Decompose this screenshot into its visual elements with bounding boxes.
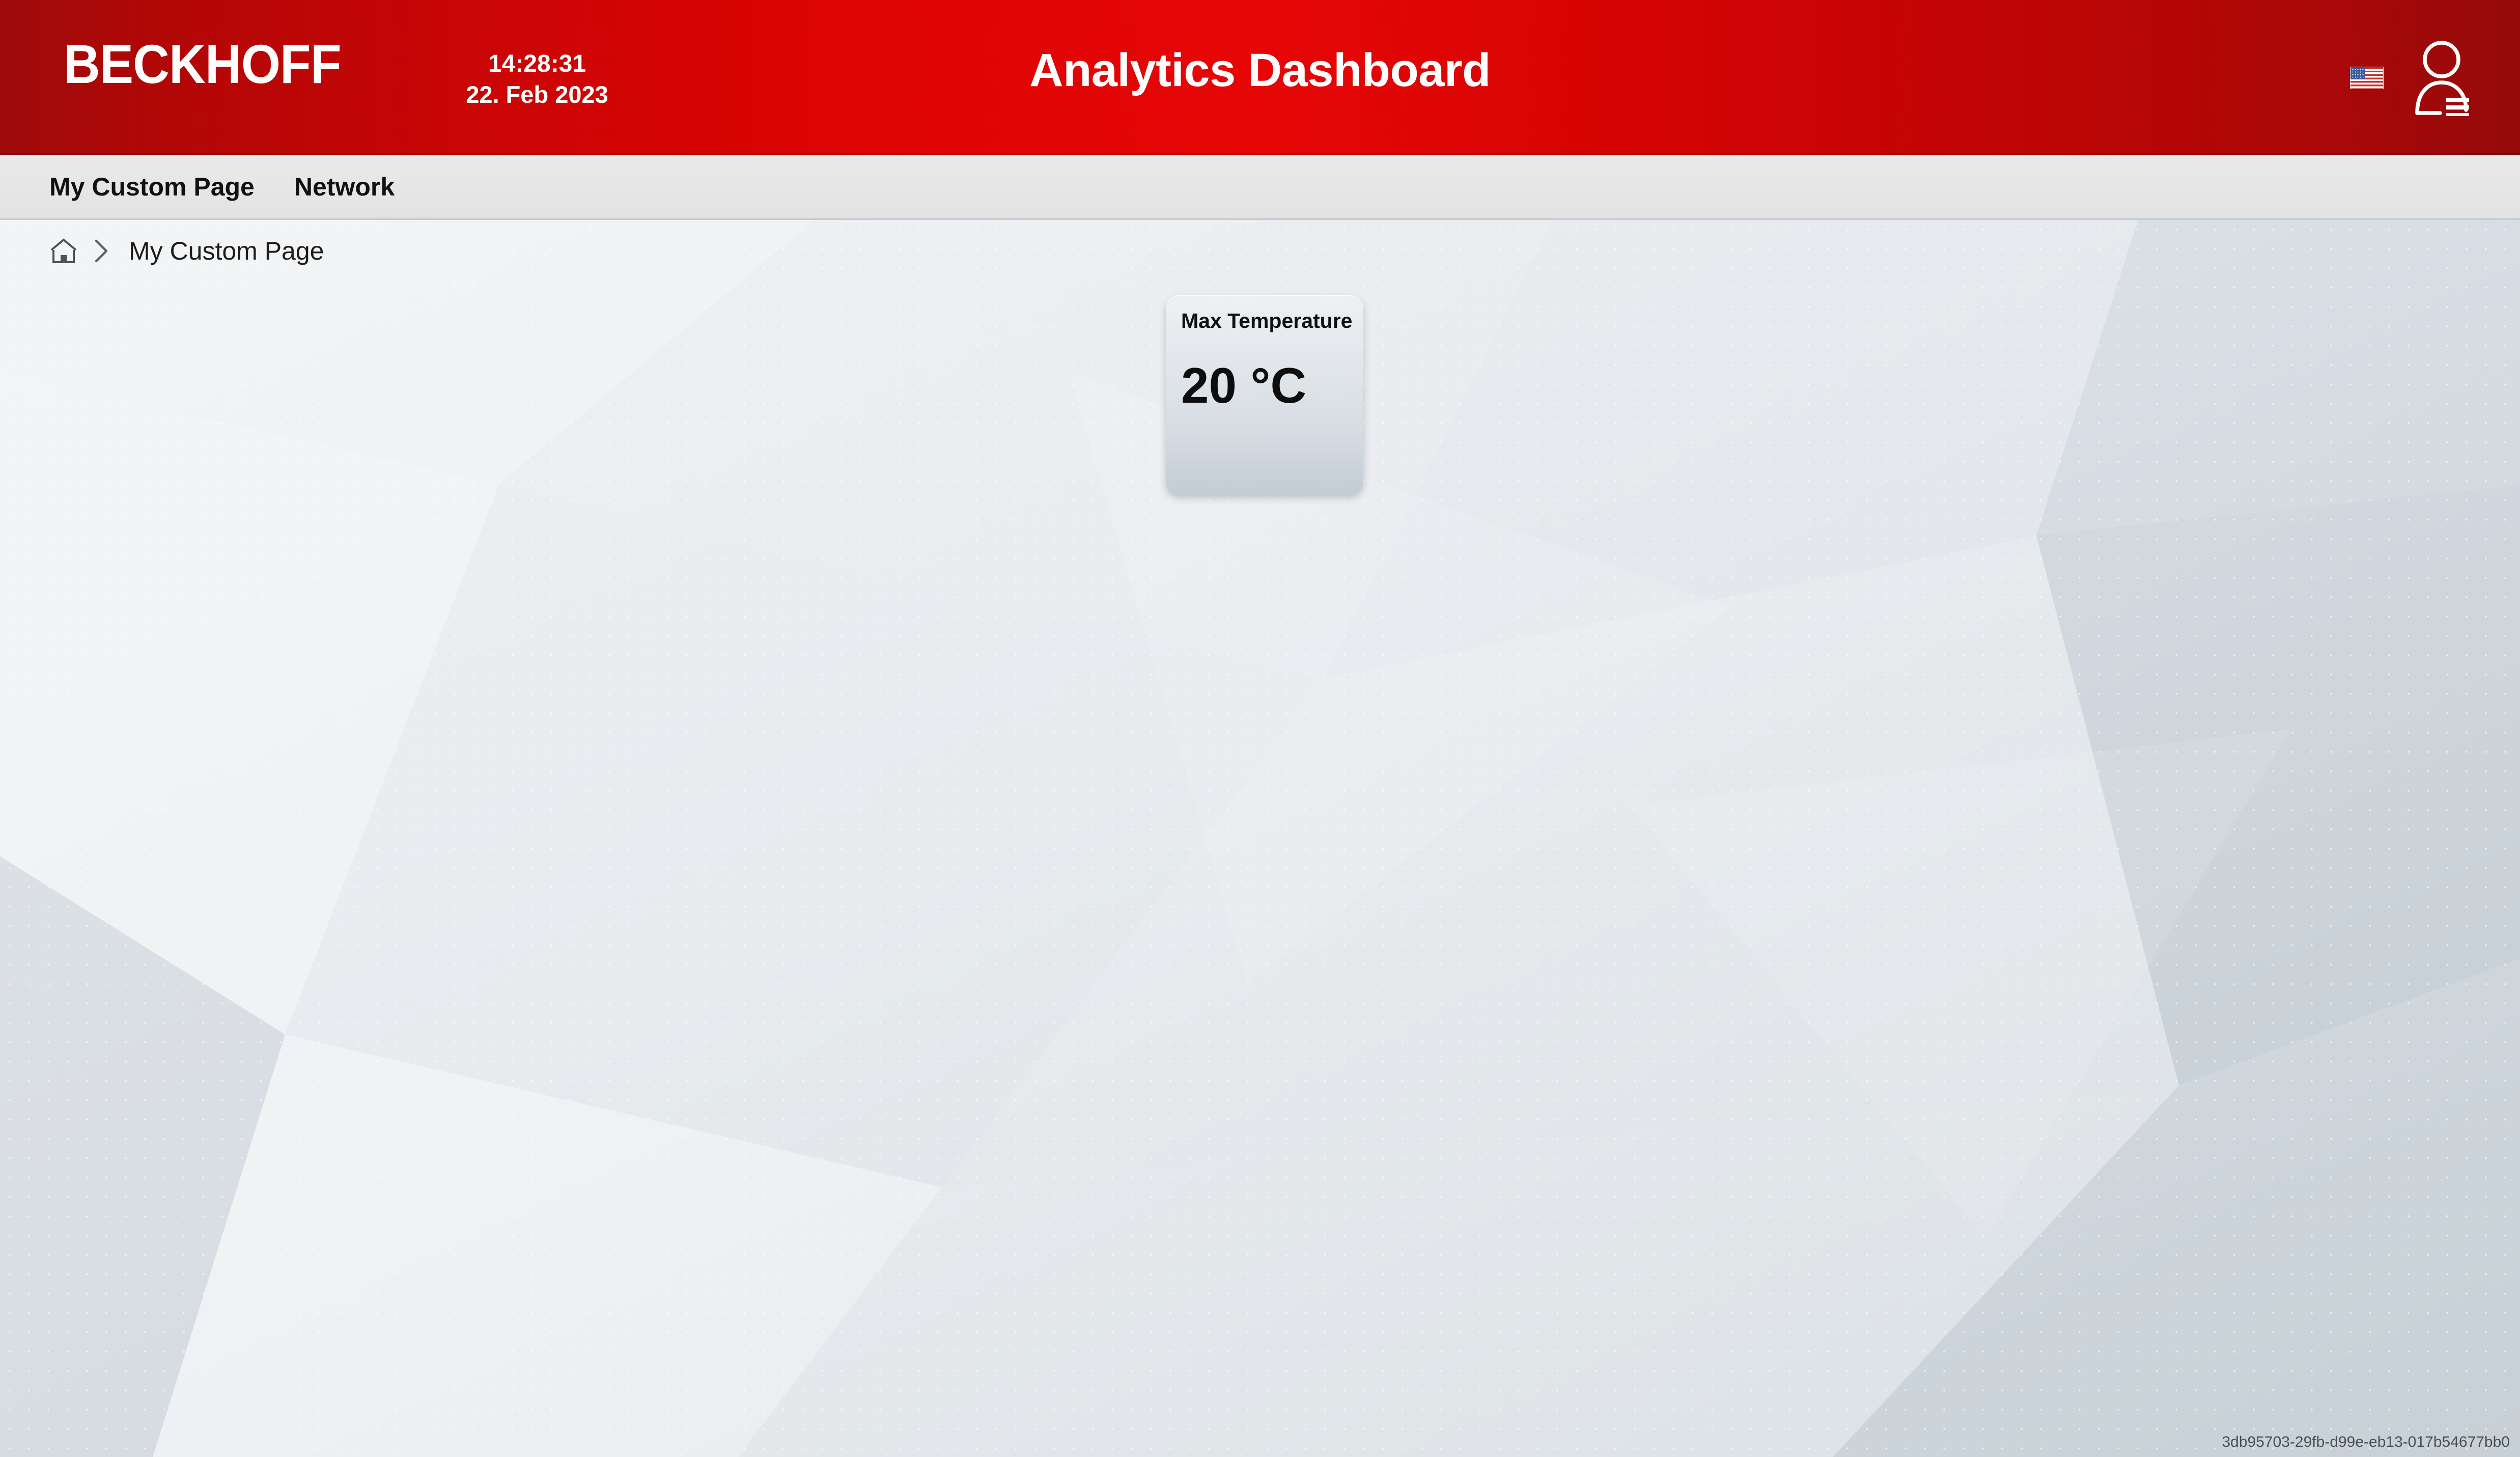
- user-account-icon[interactable]: [2414, 40, 2469, 116]
- chevron-right-icon: [92, 238, 110, 264]
- breadcrumb: My Custom Page: [49, 238, 324, 264]
- us-flag-icon[interactable]: [2350, 66, 2384, 89]
- page-guid: 3db95703-29fb-d99e-eb13-017b54677bb0: [2222, 1434, 2510, 1450]
- widget-title: Max Temperature: [1181, 309, 1353, 332]
- app-header: BECKHOFF 14:28:31 22. Feb 2023 Analytics…: [0, 0, 2520, 155]
- nav-item-network[interactable]: Network: [294, 174, 395, 200]
- breadcrumb-current: My Custom Page: [129, 237, 324, 265]
- max-temperature-widget[interactable]: Max Temperature 20 °C: [1166, 295, 1363, 495]
- nav-item-my-custom-page[interactable]: My Custom Page: [49, 174, 255, 200]
- header-actions: [2350, 0, 2469, 155]
- page-title: Analytics Dashboard: [1029, 44, 1491, 96]
- widget-value: 20 °C: [1181, 357, 1307, 413]
- analytics-dashboard-page: BECKHOFF 14:28:31 22. Feb 2023 Analytics…: [0, 0, 2520, 1457]
- page-content: My Custom Page Max Temperature 20 °C 3db…: [0, 220, 2520, 1457]
- home-icon[interactable]: [49, 238, 78, 264]
- main-navigation: My Custom Page Network: [0, 155, 2520, 220]
